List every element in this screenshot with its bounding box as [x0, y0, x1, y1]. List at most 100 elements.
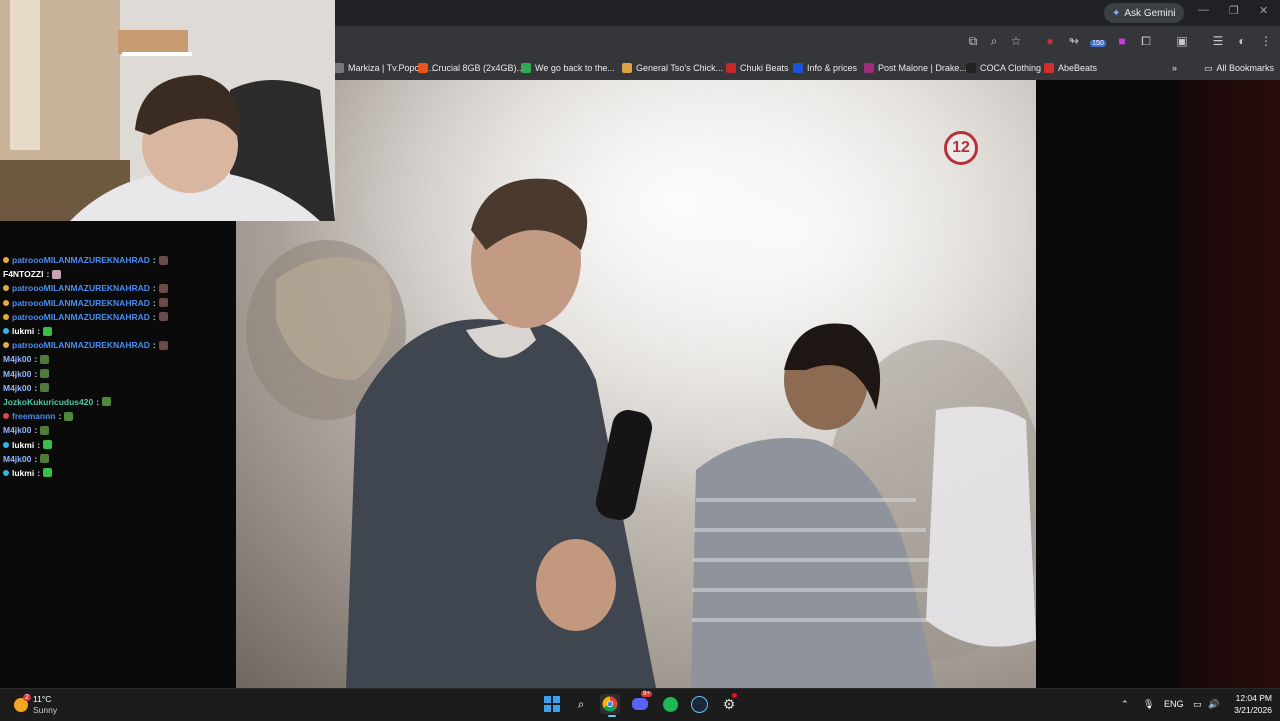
bookmark-item[interactable]: AbeBeats	[1044, 60, 1097, 76]
bookmarks-overflow-icon[interactable]: »	[1172, 60, 1177, 76]
weather-badge: 2	[23, 694, 31, 701]
clock-time: 12:04 PM	[1235, 693, 1272, 703]
video-player[interactable]	[236, 80, 1036, 688]
side-panel-icon[interactable]: ▣	[1174, 33, 1190, 49]
chat-emote-icon	[40, 369, 50, 379]
discord-taskbar-icon[interactable]: 9+	[630, 691, 652, 714]
bookmark-item[interactable]: Post Malone | Drake...	[864, 60, 967, 76]
bookmark-favicon-icon	[726, 63, 736, 73]
clock[interactable]: 12:04 PM 3/21/2026	[1226, 693, 1272, 715]
search-icon[interactable]: ⌕	[571, 694, 591, 714]
settings-alert-dot	[732, 693, 737, 698]
chat-username[interactable]: JozkoKukuricudus420	[3, 397, 93, 407]
zoom-icon[interactable]: ⌕	[986, 33, 1002, 49]
chat-username[interactable]: F4NTOZZI	[3, 269, 43, 279]
bookmark-label: COCA Clothing	[980, 63, 1042, 73]
bookmark-label: We go back to the...	[535, 63, 615, 73]
ask-gemini-button[interactable]: ✦ Ask Gemini	[1104, 3, 1184, 23]
chat-message: patroooMILANMAZUREKNAHRAD:	[0, 253, 236, 267]
settings-taskbar-icon[interactable]: ⚙	[719, 693, 739, 714]
chat-message: patroooMILANMAZUREKNAHRAD:	[0, 296, 236, 310]
chat-emote-icon	[52, 269, 62, 279]
restore-button[interactable]: ❐	[1229, 4, 1239, 17]
chat-badge-icon	[3, 469, 9, 476]
folder-icon: ▭	[1204, 62, 1213, 73]
bookmark-item[interactable]: COCA Clothing	[966, 60, 1041, 76]
bookmark-favicon-icon	[966, 63, 976, 73]
chat-separator: :	[58, 411, 62, 422]
more-menu-icon[interactable]: ⋮	[1258, 33, 1274, 49]
discord-icon	[632, 698, 648, 710]
chat-username[interactable]: M4jk00	[3, 425, 31, 435]
chat-message: M4jk00:	[0, 423, 236, 437]
chat-message: freemannn:	[0, 409, 236, 423]
spotify-taskbar-icon[interactable]	[660, 694, 680, 714]
tray-overflow-icon[interactable]: ⌃	[1121, 699, 1129, 710]
extension-badge: 150	[1090, 40, 1106, 47]
chat-message: JozkoKukuricudus420:	[0, 395, 236, 409]
microphone-icon[interactable]: 🎙	[1143, 699, 1154, 710]
chat-username[interactable]: patroooMILANMAZUREKNAHRAD	[12, 255, 150, 265]
chat-username[interactable]: M4jk00	[3, 383, 31, 393]
clock-date: 3/21/2026	[1234, 705, 1272, 715]
close-button[interactable]: ✕	[1259, 4, 1268, 17]
chrome-taskbar-icon[interactable]	[600, 694, 620, 714]
chat-badge-icon	[3, 413, 9, 420]
chat-emote-icon	[43, 440, 53, 450]
chat-username[interactable]: M4jk00	[3, 354, 31, 364]
weather-widget[interactable]: 2 11°C Sunny	[12, 694, 72, 716]
chat-username[interactable]: patroooMILANMAZUREKNAHRAD	[12, 312, 150, 322]
bookmark-item[interactable]: Crucial 8GB (2x4GB)...	[418, 60, 524, 76]
chat-separator: :	[152, 283, 156, 294]
chat-emote-icon	[158, 340, 168, 350]
webcam-overlay	[0, 0, 335, 221]
chat-separator: :	[37, 326, 41, 337]
extension-purple-icon[interactable]: ■	[1114, 33, 1130, 49]
bookmark-star-icon[interactable]: ☆	[1008, 33, 1024, 49]
steam-taskbar-icon[interactable]	[689, 694, 709, 714]
all-bookmarks-label: All Bookmarks	[1216, 63, 1275, 73]
chat-emote-icon	[64, 411, 74, 421]
chat-username[interactable]: lukmi	[12, 326, 34, 336]
discord-badge: 9+	[641, 691, 652, 697]
chat-separator: :	[152, 255, 156, 266]
chat-username[interactable]: lukmi	[12, 440, 34, 450]
chat-message: patroooMILANMAZUREKNAHRAD:	[0, 281, 236, 295]
extension-counter-icon[interactable]: 150	[1090, 33, 1106, 49]
chat-emote-icon	[158, 312, 168, 322]
chat-username[interactable]: M4jk00	[3, 369, 31, 379]
bookmark-item[interactable]: Info & prices	[793, 60, 857, 76]
chat-username[interactable]: patroooMILANMAZUREKNAHRAD	[12, 298, 150, 308]
chat-username[interactable]: freemannn	[12, 411, 55, 421]
network-icon[interactable]: ▭	[1193, 699, 1202, 710]
extensions-puzzle-icon[interactable]: ⧠	[1138, 33, 1154, 49]
chat-emote-icon	[43, 326, 53, 336]
reading-list-icon[interactable]: ☰	[1210, 33, 1226, 49]
chat-message: lukmi:	[0, 437, 236, 451]
chat-username[interactable]: M4jk00	[3, 454, 31, 464]
chat-emote-icon	[158, 283, 168, 293]
chat-emote-icon	[102, 397, 112, 407]
chat-separator: :	[34, 368, 38, 379]
bookmark-item[interactable]: We go back to the...	[521, 60, 615, 76]
volume-icon[interactable]: 🔊	[1208, 699, 1219, 710]
chat-badge-icon	[3, 285, 9, 292]
extension-red-icon[interactable]: ●	[1042, 33, 1058, 49]
chat-separator: :	[37, 467, 41, 478]
chat-username[interactable]: patroooMILANMAZUREKNAHRAD	[12, 340, 150, 350]
extension-arrow-icon[interactable]: ↬	[1066, 33, 1082, 49]
chat-separator: :	[34, 382, 38, 393]
minimize-button[interactable]: —	[1198, 4, 1209, 16]
bookmark-item[interactable]: Chuki Beats	[726, 60, 789, 76]
start-windows-icon[interactable]	[542, 694, 562, 714]
profile-avatar-icon[interactable]: ◐	[1234, 33, 1250, 49]
chat-badge-icon	[3, 257, 9, 264]
bookmark-item[interactable]: General Tso's Chick...	[622, 60, 723, 76]
chat-username[interactable]: lukmi	[12, 468, 34, 478]
cast-icon[interactable]: ⧉	[965, 33, 981, 49]
all-bookmarks-button[interactable]: ▭ All Bookmarks	[1204, 60, 1274, 76]
chat-emote-icon	[40, 425, 50, 435]
chat-username[interactable]: patroooMILANMAZUREKNAHRAD	[12, 283, 150, 293]
language-indicator[interactable]: ENG	[1164, 699, 1184, 709]
bookmark-favicon-icon	[622, 63, 632, 73]
